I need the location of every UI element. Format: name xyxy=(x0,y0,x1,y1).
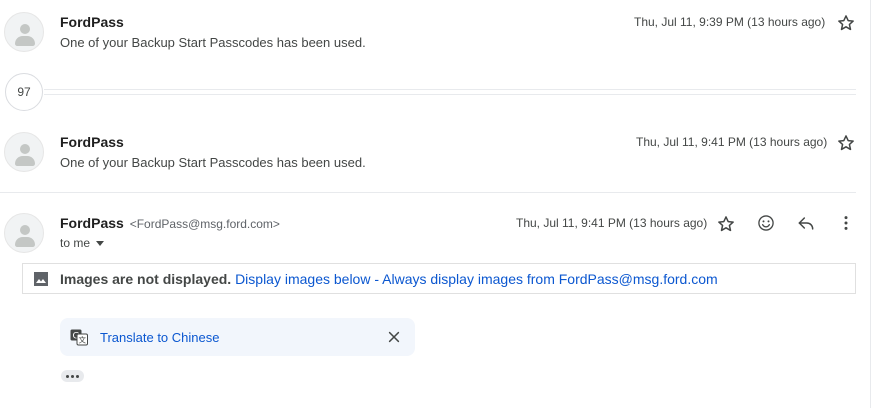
link-separator: - xyxy=(370,271,383,287)
collapsed-divider xyxy=(44,94,856,95)
sender-name: FordPass xyxy=(60,215,124,231)
star-button[interactable] xyxy=(834,131,858,155)
images-hidden-banner: Images are not displayed. Display images… xyxy=(22,263,856,294)
message-divider xyxy=(0,192,856,193)
reply-button[interactable] xyxy=(794,211,818,235)
more-options-button[interactable] xyxy=(834,211,858,235)
recipient-details-toggle[interactable]: to me xyxy=(60,236,105,250)
show-trimmed-content-button[interactable] xyxy=(61,370,84,382)
reply-icon xyxy=(798,217,814,230)
avatar xyxy=(4,12,44,52)
avatar xyxy=(4,213,44,253)
close-icon xyxy=(388,331,400,343)
image-icon xyxy=(34,272,48,286)
recipient-label: to me xyxy=(60,236,91,250)
chevron-down-icon xyxy=(96,240,105,246)
message-date: Thu, Jul 11, 9:41 PM (13 hours ago) xyxy=(636,135,828,149)
avatar xyxy=(4,132,44,172)
more-vert-icon xyxy=(844,216,848,230)
star-button[interactable] xyxy=(834,11,858,35)
emoji-icon xyxy=(758,215,774,231)
message-date: Thu, Jul 11, 9:41 PM (13 hours ago) xyxy=(516,216,708,230)
close-translate-button[interactable] xyxy=(384,327,404,347)
collapsed-messages-count[interactable]: 97 xyxy=(5,73,43,111)
sender-header: FordPass <FordPass@msg.ford.com> xyxy=(60,215,280,231)
always-display-images-link[interactable]: Always display images from FordPass@msg.… xyxy=(382,271,718,287)
images-notice-text: Images are not displayed. xyxy=(60,271,232,287)
translate-bar: G 文 Translate to Chinese xyxy=(60,318,415,356)
star-icon xyxy=(838,15,854,31)
display-images-below-link[interactable]: Display images below xyxy=(235,271,370,287)
email-thread: FordPass One of your Backup Start Passco… xyxy=(0,0,873,408)
translate-icon: G 文 xyxy=(70,329,88,346)
star-icon xyxy=(838,135,854,151)
star-icon xyxy=(718,216,734,232)
message-snippet: One of your Backup Start Passcodes has b… xyxy=(60,35,366,50)
collapsed-divider xyxy=(44,89,856,90)
message-date: Thu, Jul 11, 9:39 PM (13 hours ago) xyxy=(634,15,826,29)
translate-link[interactable]: Translate to Chinese xyxy=(100,330,219,345)
images-notice: Images are not displayed. Display images… xyxy=(60,271,718,287)
sender-email: <FordPass@msg.ford.com> xyxy=(129,217,280,231)
collapsed-count-label: 97 xyxy=(17,85,31,99)
message-snippet: One of your Backup Start Passcodes has b… xyxy=(60,155,366,170)
star-button[interactable] xyxy=(714,212,738,236)
sender-name: FordPass xyxy=(60,134,124,150)
sender-name: FordPass xyxy=(60,14,124,30)
svg-text:文: 文 xyxy=(78,335,86,345)
emoji-reaction-button[interactable] xyxy=(754,211,778,235)
scrollbar[interactable] xyxy=(870,0,871,408)
